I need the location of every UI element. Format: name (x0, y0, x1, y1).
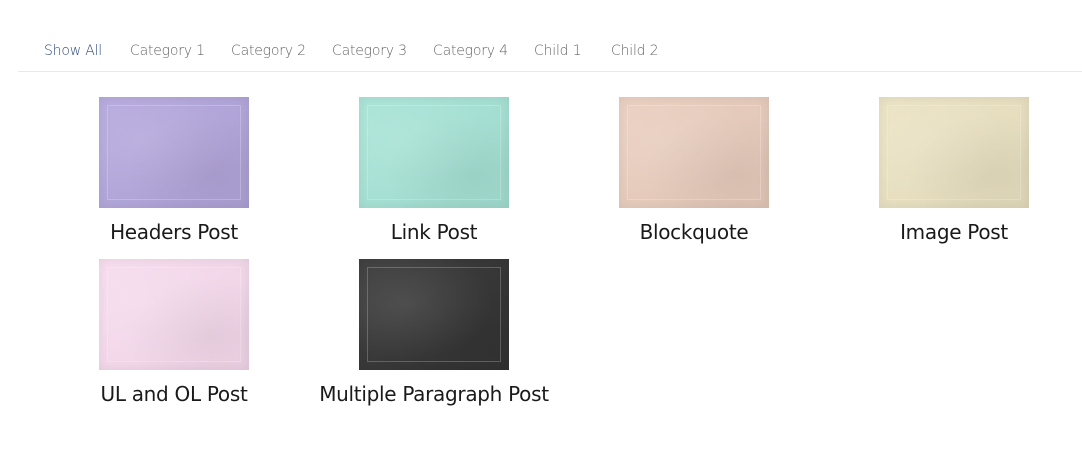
post-card: Link Post (304, 97, 564, 244)
filter-show-all[interactable]: Show All (44, 43, 102, 59)
post-thumbnail[interactable] (99, 97, 249, 208)
post-title-link[interactable]: Headers Post (44, 220, 304, 244)
post-card: UL and OL Post (44, 259, 304, 406)
post-thumbnail[interactable] (359, 97, 509, 208)
post-card: Multiple Paragraph Post (304, 259, 564, 406)
post-title-link[interactable]: Link Post (304, 220, 564, 244)
filter-category-4[interactable]: Category 4 (433, 43, 508, 59)
post-title-link[interactable]: Image Post (824, 220, 1082, 244)
filter-category-2[interactable]: Category 2 (231, 43, 306, 59)
portfolio-page: Show All Category 1 Category 2 Category … (0, 0, 1082, 450)
post-thumbnail[interactable] (99, 259, 249, 370)
category-filter-bar: Show All Category 1 Category 2 Category … (18, 30, 1082, 72)
filter-category-3[interactable]: Category 3 (332, 43, 407, 59)
post-title-link[interactable]: UL and OL Post (44, 382, 304, 406)
post-thumbnail[interactable] (619, 97, 769, 208)
filter-child-2[interactable]: Child 2 (611, 43, 658, 59)
post-title-link[interactable]: Multiple Paragraph Post (304, 382, 564, 406)
filter-child-1[interactable]: Child 1 (534, 43, 581, 59)
post-card: Headers Post (44, 97, 304, 244)
post-thumbnail[interactable] (359, 259, 509, 370)
post-thumbnail[interactable] (879, 97, 1029, 208)
post-card: Image Post (824, 97, 1082, 244)
filter-category-1[interactable]: Category 1 (130, 43, 205, 59)
post-card: Blockquote (564, 97, 824, 244)
post-title-link[interactable]: Blockquote (564, 220, 824, 244)
